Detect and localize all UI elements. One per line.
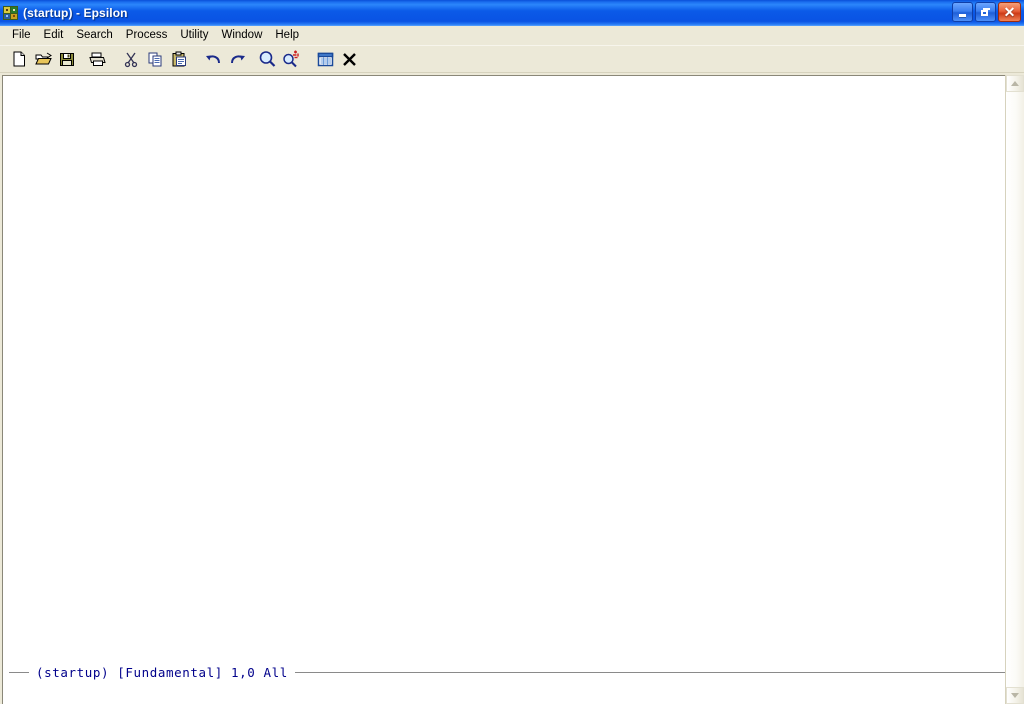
print-button[interactable] [86, 48, 109, 70]
open-folder-icon [34, 52, 52, 64]
cut-button[interactable] [120, 48, 143, 70]
replace-button[interactable] [280, 48, 303, 70]
menu-item-process[interactable]: Process [120, 28, 175, 44]
find-button[interactable] [256, 48, 279, 70]
toolbar [0, 45, 1024, 73]
menu-item-file[interactable]: File [6, 28, 38, 44]
editor-echo-area [3, 682, 1005, 704]
redo-arrow-icon [231, 54, 245, 63]
save-floppy-icon [60, 52, 74, 66]
text-caret [6, 78, 13, 92]
close-button[interactable]: ✕ [998, 2, 1021, 22]
menu-item-edit[interactable]: Edit [38, 28, 71, 44]
replace-magnifier-icon [283, 50, 299, 67]
window-controls: ✕ [952, 2, 1021, 22]
scroll-up-button[interactable] [1006, 75, 1024, 92]
epsilon-app-icon[interactable] [3, 5, 19, 21]
paste-button[interactable] [168, 48, 191, 70]
menu-bar: File Edit Search Process Utility Window … [0, 26, 1024, 45]
new-file-icon [13, 51, 25, 66]
close-icon: ✕ [1003, 4, 1016, 20]
window-list-icon [317, 52, 334, 66]
close-window-button[interactable] [338, 48, 361, 70]
restore-icon [981, 8, 990, 16]
window-list-button[interactable] [314, 48, 337, 70]
title-bar[interactable]: (startup) - Epsilon ✕ [0, 0, 1024, 26]
print-icon [89, 52, 106, 66]
undo-arrow-icon [206, 54, 220, 63]
minimize-button[interactable] [952, 2, 973, 22]
menu-item-window[interactable]: Window [215, 28, 269, 44]
client-area: (startup) [Fundamental] 1,0 All [0, 73, 1024, 704]
save-button[interactable] [56, 48, 79, 70]
vertical-scrollbar[interactable] [1005, 75, 1024, 704]
mode-line-text: (startup) [Fundamental] 1,0 All [36, 664, 288, 680]
copy-icon [148, 52, 162, 66]
chevron-down-icon [1011, 693, 1019, 698]
mode-line: (startup) [Fundamental] 1,0 All [3, 662, 1005, 682]
editor-window[interactable]: (startup) [Fundamental] 1,0 All [2, 75, 1005, 704]
new-file-button[interactable] [8, 48, 31, 70]
window-title: (startup) - Epsilon [23, 6, 128, 20]
close-x-icon [343, 52, 356, 66]
mode-line-rule [294, 671, 1005, 673]
scrollbar-track[interactable] [1006, 92, 1024, 687]
editor-text-area[interactable] [3, 76, 1005, 662]
redo-button[interactable] [226, 48, 249, 70]
restore-button[interactable] [975, 2, 996, 22]
scroll-down-button[interactable] [1006, 687, 1024, 704]
find-magnifier-icon [259, 50, 276, 67]
open-folder-button[interactable] [32, 48, 55, 70]
undo-button[interactable] [202, 48, 225, 70]
minimize-icon [959, 13, 966, 17]
cut-scissors-icon [124, 52, 138, 67]
menu-item-help[interactable]: Help [269, 28, 306, 44]
paste-clipboard-icon [172, 51, 186, 66]
menu-item-search[interactable]: Search [70, 28, 119, 44]
mode-line-dash [9, 671, 29, 673]
epsilon-application-window: (startup) - Epsilon ✕ File Edit Search P… [0, 0, 1024, 704]
chevron-up-icon [1011, 81, 1019, 86]
copy-button[interactable] [144, 48, 167, 70]
menu-item-utility[interactable]: Utility [174, 28, 215, 44]
